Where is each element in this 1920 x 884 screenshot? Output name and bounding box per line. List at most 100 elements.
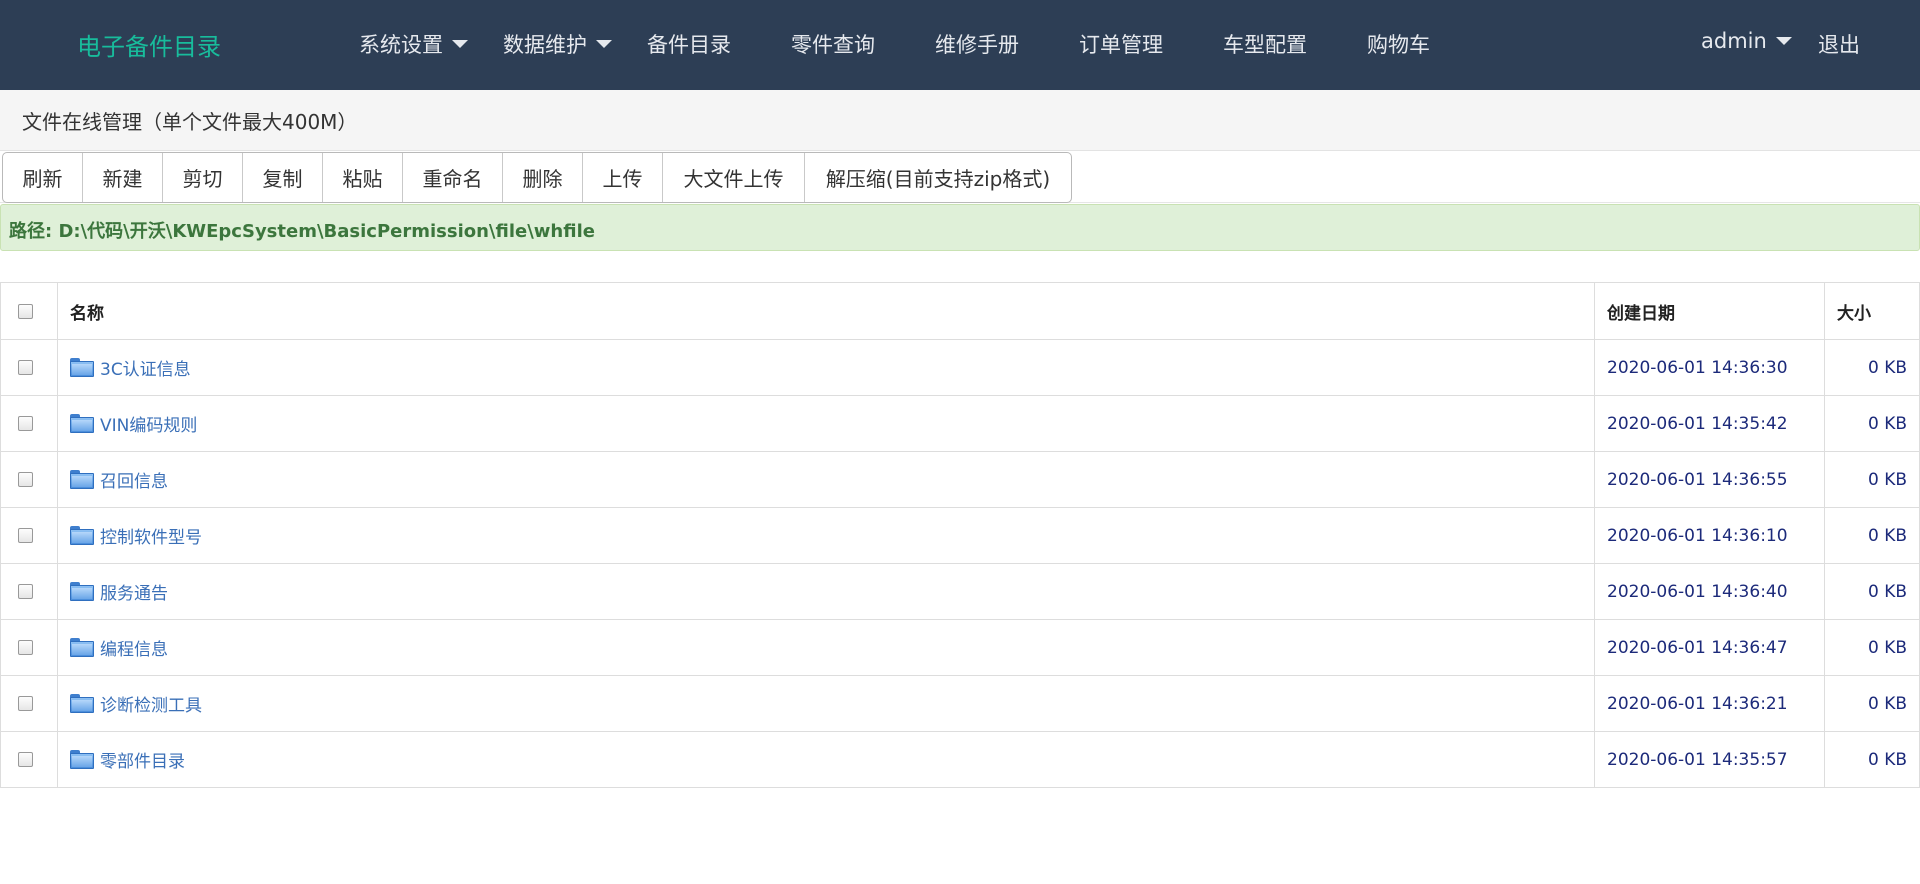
column-header-date[interactable]: 创建日期 — [1594, 282, 1825, 340]
nav-label: 订单管理 — [1079, 33, 1163, 57]
file-size: 0 KB — [1824, 339, 1920, 396]
large-file-upload-button[interactable]: 大文件上传 — [663, 153, 805, 202]
folder-name-link[interactable]: 控制软件型号 — [100, 523, 202, 548]
table-row[interactable]: 服务通告 2020-06-01 14:36:40 0 KB — [0, 563, 1920, 620]
created-date: 2020-06-01 14:36:10 — [1594, 507, 1825, 564]
folder-icon — [70, 470, 94, 489]
name-cell: 3C认证信息 — [57, 339, 1595, 396]
row-select-cell — [0, 675, 58, 732]
created-date: 2020-06-01 14:35:57 — [1594, 731, 1825, 788]
row-checkbox[interactable] — [17, 416, 33, 431]
folder-icon — [70, 526, 94, 545]
created-date: 2020-06-01 14:36:47 — [1594, 619, 1825, 676]
folder-name-link[interactable]: 零部件目录 — [100, 747, 185, 772]
folder-icon — [70, 358, 94, 377]
column-header-name[interactable]: 名称 — [57, 282, 1595, 340]
file-toolbar: 刷新 新建 剪切 复制 粘贴 重命名 删除 上传 大文件上传 解压缩(目前支持z… — [0, 151, 1920, 203]
created-date: 2020-06-01 14:36:30 — [1594, 339, 1825, 396]
paste-button[interactable]: 粘贴 — [323, 153, 403, 202]
refresh-button[interactable]: 刷新 — [3, 153, 83, 202]
cut-button[interactable]: 剪切 — [163, 153, 243, 202]
nav-label: 备件目录 — [647, 33, 731, 57]
row-checkbox[interactable] — [17, 360, 33, 375]
nav-system-settings[interactable]: 系统设置 — [359, 29, 468, 59]
nav-vehicle-config[interactable]: 车型配置 — [1223, 29, 1307, 59]
file-size: 0 KB — [1824, 731, 1920, 788]
created-date: 2020-06-01 14:35:42 — [1594, 395, 1825, 452]
upload-button[interactable]: 上传 — [583, 153, 663, 202]
folder-name-link[interactable]: 服务通告 — [100, 579, 168, 604]
caret-down-icon — [1775, 37, 1792, 45]
row-select-cell — [0, 339, 58, 396]
select-all-checkbox[interactable] — [17, 303, 33, 319]
name-cell: VIN编码规则 — [57, 395, 1595, 452]
folder-icon — [70, 582, 94, 601]
table-row[interactable]: 编程信息 2020-06-01 14:36:47 0 KB — [0, 619, 1920, 676]
row-select-cell — [0, 451, 58, 508]
folder-icon — [70, 694, 94, 713]
row-select-cell — [0, 395, 58, 452]
nav-label: 购物车 — [1367, 33, 1430, 57]
row-checkbox[interactable] — [17, 472, 33, 487]
table-row[interactable]: 控制软件型号 2020-06-01 14:36:10 0 KB — [0, 507, 1920, 564]
caret-down-icon — [452, 40, 468, 48]
nav-shopping-cart[interactable]: 购物车 — [1367, 29, 1430, 59]
name-cell: 零部件目录 — [57, 731, 1595, 788]
table-row[interactable]: 3C认证信息 2020-06-01 14:36:30 0 KB — [0, 339, 1920, 396]
file-table: 名称 创建日期 大小 3C认证信息 2020-06-01 14:36:30 0 … — [0, 282, 1920, 788]
table-row[interactable]: 诊断检测工具 2020-06-01 14:36:21 0 KB — [0, 675, 1920, 732]
row-checkbox[interactable] — [17, 528, 33, 543]
name-cell: 控制软件型号 — [57, 507, 1595, 564]
nav-label: 系统设置 — [359, 33, 443, 57]
created-date: 2020-06-01 14:36:55 — [1594, 451, 1825, 508]
user-menu[interactable]: admin — [1701, 29, 1792, 53]
name-cell: 召回信息 — [57, 451, 1595, 508]
folder-name-link[interactable]: 3C认证信息 — [100, 355, 191, 380]
row-checkbox[interactable] — [17, 640, 33, 655]
row-checkbox[interactable] — [17, 696, 33, 711]
file-size: 0 KB — [1824, 395, 1920, 452]
nav-label: 维修手册 — [935, 33, 1019, 57]
name-cell: 服务通告 — [57, 563, 1595, 620]
folder-name-link[interactable]: 编程信息 — [100, 635, 168, 660]
row-select-cell — [0, 731, 58, 788]
user-name: admin — [1701, 29, 1767, 53]
delete-button[interactable]: 删除 — [503, 153, 583, 202]
nav-label: 数据维护 — [503, 33, 587, 57]
folder-icon — [70, 638, 94, 657]
folder-name-link[interactable]: VIN编码规则 — [100, 411, 197, 436]
page-title-bar: 文件在线管理（单个文件最大400M） — [0, 90, 1920, 151]
page-title: 文件在线管理（单个文件最大400M） — [22, 110, 358, 134]
rename-button[interactable]: 重命名 — [403, 153, 503, 202]
new-button[interactable]: 新建 — [83, 153, 163, 202]
column-header-size[interactable]: 大小 — [1824, 282, 1920, 340]
nav-parts-catalog[interactable]: 备件目录 — [647, 29, 731, 59]
folder-icon — [70, 750, 94, 769]
row-checkbox[interactable] — [17, 584, 33, 599]
row-select-cell — [0, 507, 58, 564]
copy-button[interactable]: 复制 — [243, 153, 323, 202]
table-row[interactable]: VIN编码规则 2020-06-01 14:35:42 0 KB — [0, 395, 1920, 452]
top-navbar: 电子备件目录 系统设置 数据维护 备件目录 零件查询 维修手册 订单管理 车型配… — [0, 0, 1920, 90]
folder-icon — [70, 414, 94, 433]
folder-name-link[interactable]: 召回信息 — [100, 467, 168, 492]
current-path: 路径: D:\代码\开沃\KWEpcSystem\BasicPermission… — [9, 221, 595, 242]
unzip-button[interactable]: 解压缩(目前支持zip格式) — [805, 153, 1071, 202]
toolbar-button-group: 刷新 新建 剪切 复制 粘贴 重命名 删除 上传 大文件上传 解压缩(目前支持z… — [2, 152, 1072, 203]
nav-order-management[interactable]: 订单管理 — [1079, 29, 1163, 59]
folder-name-link[interactable]: 诊断检测工具 — [100, 691, 202, 716]
table-row[interactable]: 召回信息 2020-06-01 14:36:55 0 KB — [0, 451, 1920, 508]
table-row[interactable]: 零部件目录 2020-06-01 14:35:57 0 KB — [0, 731, 1920, 788]
path-bar: 路径: D:\代码\开沃\KWEpcSystem\BasicPermission… — [0, 204, 1920, 251]
row-select-cell — [0, 563, 58, 620]
created-date: 2020-06-01 14:36:21 — [1594, 675, 1825, 732]
nav-part-query[interactable]: 零件查询 — [791, 29, 875, 59]
logout-link[interactable]: 退出 — [1818, 29, 1860, 59]
nav-label: 车型配置 — [1223, 33, 1307, 57]
created-date: 2020-06-01 14:36:40 — [1594, 563, 1825, 620]
brand-logo[interactable]: 电子备件目录 — [77, 27, 221, 62]
nav-repair-manual[interactable]: 维修手册 — [935, 29, 1019, 59]
nav-label: 零件查询 — [791, 33, 875, 57]
row-checkbox[interactable] — [17, 752, 33, 767]
nav-data-maintenance[interactable]: 数据维护 — [503, 29, 612, 59]
